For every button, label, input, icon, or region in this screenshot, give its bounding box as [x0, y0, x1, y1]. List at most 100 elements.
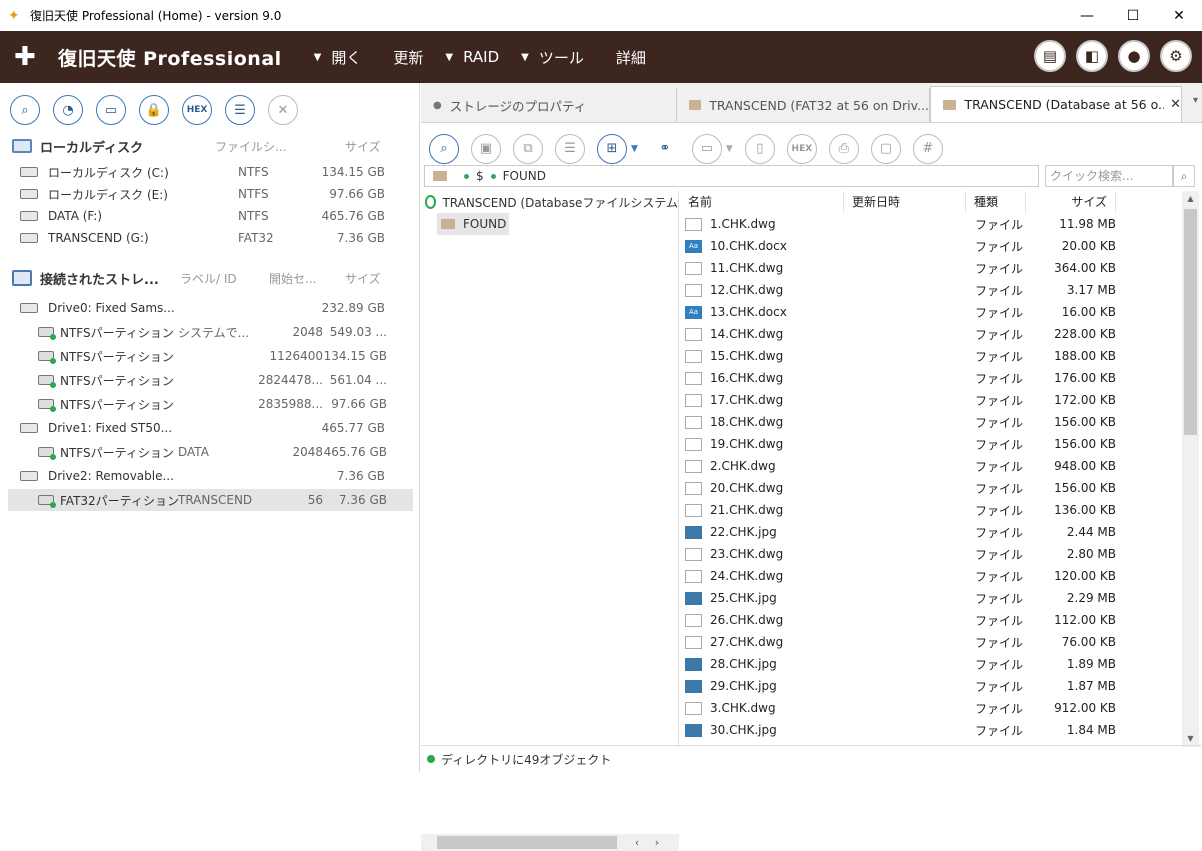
file-row[interactable]: 21.CHK.dwg ファイル 136.00 KB: [680, 499, 1182, 521]
file-row[interactable]: 15.CHK.dwg ファイル 188.00 KB: [680, 345, 1182, 367]
app-angel-icon: ✦: [8, 7, 20, 24]
maximize-button[interactable]: ☐: [1110, 0, 1156, 31]
file-row[interactable]: 25.CHK.jpg ファイル 2.29 MB: [680, 587, 1182, 609]
tree-item-found[interactable]: FOUND: [437, 213, 509, 235]
col-name[interactable]: 名前: [680, 191, 844, 213]
menu-item-0[interactable]: ▼ 開く: [314, 47, 362, 68]
drive-item[interactable]: Drive1: Fixed ST50... 465.77 GB: [0, 417, 419, 439]
tab-fat32[interactable]: TRANSCEND (FAT32 at 56 on Driv...: [677, 88, 930, 122]
file-row[interactable]: 11.CHK.dwg ファイル 364.00 KB: [680, 257, 1182, 279]
tab-close-icon[interactable]: ✕: [1170, 97, 1181, 112]
tab-list-chevron-icon[interactable]: ▾: [1193, 95, 1198, 106]
save-files-icon[interactable]: ⧉: [513, 133, 543, 164]
partition-item[interactable]: NTFSパーティション 2824478... 561.04 ...: [8, 369, 413, 391]
document-icon[interactable]: ▯: [744, 133, 775, 164]
file-row[interactable]: 17.CHK.dwg ファイル 172.00 KB: [680, 389, 1182, 411]
view-mode-icon[interactable]: ⊞: [597, 133, 627, 164]
local-disk-item[interactable]: TRANSCEND (G:) FAT32 7.36 GB: [0, 227, 419, 249]
path-root[interactable]: $: [476, 169, 484, 183]
search-icon[interactable]: ⌕: [10, 95, 40, 125]
file-row[interactable]: 1.CHK.dwg ファイル 11.98 MB: [680, 213, 1182, 235]
binoculars-icon[interactable]: ⚭: [649, 133, 680, 164]
drive-icon: [20, 423, 38, 433]
file-row[interactable]: Aa 13.CHK.docx ファイル 16.00 KB: [680, 301, 1182, 323]
tab-database[interactable]: TRANSCEND (Database at 56 o... ✕: [930, 86, 1182, 122]
local-disk-item[interactable]: ローカルディスク (E:) NTFS 97.66 GB: [0, 183, 419, 205]
drive-item[interactable]: Drive0: Fixed Sams... 232.89 GB: [0, 297, 419, 319]
lock-icon[interactable]: 🔒: [139, 95, 169, 125]
image-file-icon[interactable]: ▭: [96, 95, 126, 125]
save-icon[interactable]: ▣: [471, 133, 501, 164]
file-row[interactable]: 20.CHK.dwg ファイル 156.00 KB: [680, 477, 1182, 499]
menu-item-2[interactable]: ▼ RAID: [445, 48, 499, 66]
local-disk-item[interactable]: ローカルディスク (C:) NTFS 134.15 GB: [0, 161, 419, 183]
hash-icon[interactable]: #: [912, 133, 943, 164]
menu-item-3[interactable]: ▼ ツール: [521, 47, 584, 68]
close-button[interactable]: ✕: [1156, 0, 1202, 31]
logo-text: 復旧天使 Professional: [58, 47, 282, 70]
file-row[interactable]: 28.CHK.jpg ファイル 1.89 MB: [680, 653, 1182, 675]
search-icon[interactable]: ⌕: [1173, 165, 1195, 187]
scroll-left-icon[interactable]: ‹: [627, 836, 647, 849]
separator-dot: [490, 173, 496, 179]
partition-item[interactable]: FAT32パーティション TRANSCEND 56 7.36 GB: [8, 489, 413, 511]
scroll-right-icon[interactable]: ›: [647, 836, 667, 849]
col-size[interactable]: サイズ: [1026, 191, 1116, 213]
preview-dropdown-icon[interactable]: ▼: [726, 144, 733, 154]
file-row[interactable]: 30.CHK.jpg ファイル 1.84 MB: [680, 719, 1182, 741]
file-row[interactable]: Aa 10.CHK.docx ファイル 20.00 KB: [680, 235, 1182, 257]
file-row[interactable]: 12.CHK.dwg ファイル 3.17 MB: [680, 279, 1182, 301]
folder-copy-icon[interactable]: ▢: [870, 133, 901, 164]
close-icon[interactable]: ✕: [268, 95, 298, 125]
local-disk-item[interactable]: DATA (F:) NTFS 465.76 GB: [0, 205, 419, 227]
partition-item[interactable]: NTFSパーティション 2835988... 97.66 GB: [8, 393, 413, 415]
partition-item[interactable]: NTFSパーティション DATA 2048 465.76 GB: [8, 441, 413, 463]
partition-item[interactable]: NTFSパーティション システムで... 2048 549.03 ...: [8, 321, 413, 343]
print-icon[interactable]: ⎙: [828, 133, 859, 164]
scroll-thumb[interactable]: [1184, 209, 1197, 435]
menu-item-1[interactable]: 更新: [383, 47, 423, 68]
scroll-thumb[interactable]: [437, 836, 617, 849]
scan-icon[interactable]: ◔: [53, 95, 83, 125]
settings-gear-icon[interactable]: ⚙: [1160, 40, 1192, 72]
hex-icon[interactable]: HEX: [786, 133, 817, 164]
user-icon[interactable]: ●: [1118, 40, 1150, 72]
col-date[interactable]: 更新日時: [844, 191, 966, 213]
checklist-icon[interactable]: ☰: [555, 133, 585, 164]
tree-root[interactable]: TRANSCEND (Databaseファイルシステム: [421, 191, 678, 213]
scroll-up-icon[interactable]: ▲: [1182, 191, 1199, 207]
file-row[interactable]: 24.CHK.dwg ファイル 120.00 KB: [680, 565, 1182, 587]
file-row[interactable]: 2.CHK.dwg ファイル 948.00 KB: [680, 455, 1182, 477]
path-bar[interactable]: $ FOUND: [424, 165, 1039, 187]
file-list-vertical-scrollbar[interactable]: ▲ ▼: [1182, 191, 1199, 747]
file-row[interactable]: 3.CHK.dwg ファイル 912.00 KB: [680, 697, 1182, 719]
col-type[interactable]: 種類: [966, 191, 1026, 213]
drive-item[interactable]: Drive2: Removable... 7.36 GB: [0, 465, 419, 487]
file-row[interactable]: 14.CHK.dwg ファイル 228.00 KB: [680, 323, 1182, 345]
menu-item-4[interactable]: 詳細: [606, 47, 646, 68]
dropdown-arrow-icon: ▼: [445, 51, 454, 63]
view-mode-dropdown-icon[interactable]: ▼: [631, 144, 638, 154]
path-folder[interactable]: FOUND: [503, 169, 546, 183]
file-row[interactable]: 16.CHK.dwg ファイル 176.00 KB: [680, 367, 1182, 389]
search-icon[interactable]: ⌕: [429, 133, 459, 164]
file-icon: [685, 569, 702, 583]
file-row[interactable]: 27.CHK.dwg ファイル 76.00 KB: [680, 631, 1182, 653]
file-row[interactable]: 18.CHK.dwg ファイル 156.00 KB: [680, 411, 1182, 433]
news-icon[interactable]: ▤: [1034, 40, 1066, 72]
hex-icon[interactable]: HEX: [182, 95, 212, 125]
panel-toggle-icon[interactable]: ◧: [1076, 40, 1108, 72]
tab-storage-properties[interactable]: ● ストレージのプロパティ: [421, 88, 677, 122]
partition-item[interactable]: NTFSパーティション 1126400 134.15 GB: [8, 345, 413, 367]
list-icon[interactable]: ☰: [225, 95, 255, 125]
file-row[interactable]: 29.CHK.jpg ファイル 1.87 MB: [680, 675, 1182, 697]
file-row[interactable]: 26.CHK.dwg ファイル 112.00 KB: [680, 609, 1182, 631]
file-row[interactable]: 19.CHK.dwg ファイル 156.00 KB: [680, 433, 1182, 455]
tree-horizontal-scrollbar[interactable]: ‹ ›: [421, 834, 679, 851]
preview-icon[interactable]: ▭: [691, 133, 722, 164]
file-row[interactable]: 23.CHK.dwg ファイル 2.80 MB: [680, 543, 1182, 565]
file-row[interactable]: 22.CHK.jpg ファイル 2.44 MB: [680, 521, 1182, 543]
monitor-icon: [12, 139, 32, 153]
quick-search-input[interactable]: クイック検索...: [1045, 165, 1173, 187]
minimize-button[interactable]: —: [1064, 0, 1110, 31]
